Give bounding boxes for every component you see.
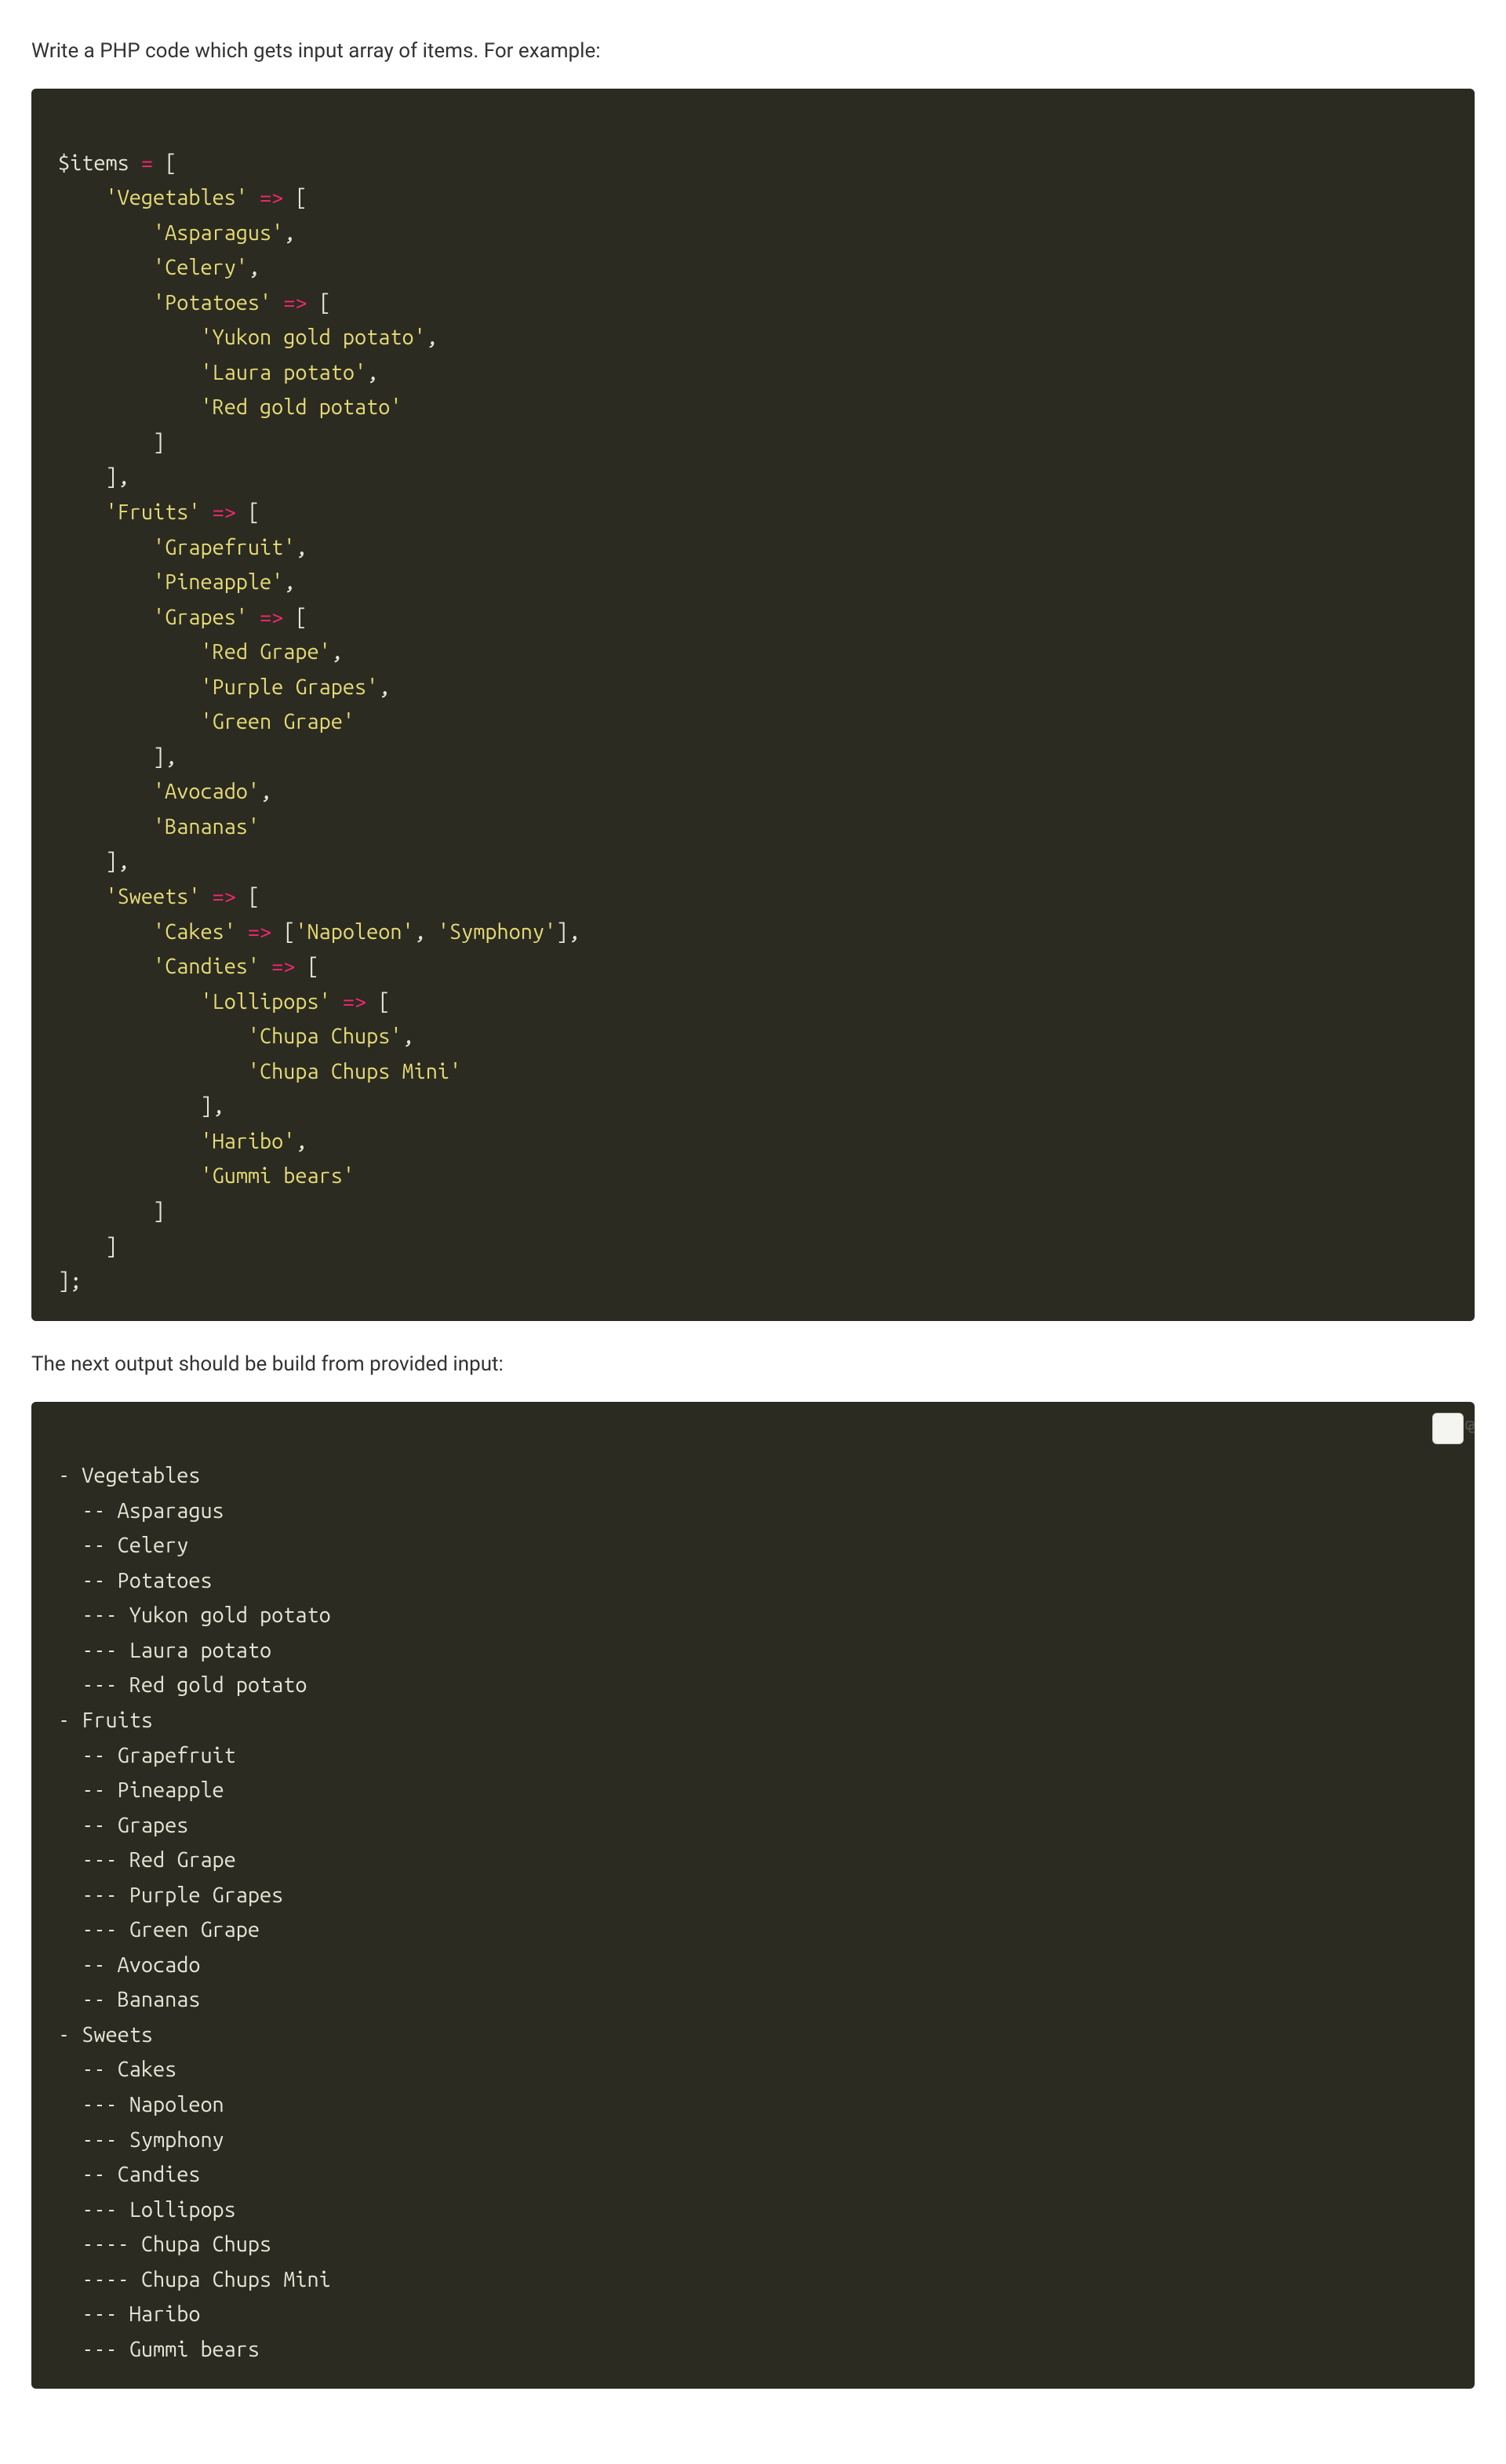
copy-icon xyxy=(1417,1402,1475,1481)
code-token: = xyxy=(141,151,153,175)
code-token: 'Lollipops' xyxy=(200,990,330,1014)
code-token: ], xyxy=(105,850,129,873)
output-line: -- Pineapple xyxy=(58,1778,224,1802)
output-line: ---- Chupa Chups xyxy=(58,2233,271,2256)
code-token: , xyxy=(283,221,295,245)
code-token: $items xyxy=(58,151,141,175)
code-token: => xyxy=(260,955,307,978)
code-token: 'Vegetables' xyxy=(105,186,247,209)
code-token: , xyxy=(414,920,438,944)
php-code-block: $items = [ 'Vegetables' => [ 'Asparagus'… xyxy=(31,89,1475,1321)
code-token: ] xyxy=(153,1199,165,1223)
output-line: -- Cakes xyxy=(58,2058,176,2081)
code-token: 'Fruits' xyxy=(105,500,200,524)
code-token: ] xyxy=(105,1235,117,1258)
output-line: -- Asparagus xyxy=(58,1499,224,1523)
code-token: => xyxy=(236,920,283,944)
code-token: => xyxy=(331,990,378,1014)
code-token: 'Green Grape' xyxy=(200,710,355,733)
output-line: -- Potatoes xyxy=(58,1569,213,1592)
output-line: -- Bananas xyxy=(58,1988,200,2011)
code-token: 'Red gold potato' xyxy=(200,395,402,419)
output-line: --- Yukon gold potato xyxy=(58,1603,331,1627)
output-line: --- Lollipops xyxy=(58,2198,236,2222)
code-token: 'Purple Grapes' xyxy=(200,675,378,699)
code-token: => xyxy=(248,186,295,209)
code-token: 'Napoleon' xyxy=(295,920,413,944)
output-line: --- Gummi bears xyxy=(58,2338,260,2361)
code-token: [ xyxy=(153,151,176,175)
code-token: [ xyxy=(295,606,307,629)
code-token: [ xyxy=(307,955,319,978)
code-token: ], xyxy=(105,465,129,489)
code-token: , xyxy=(248,256,260,279)
code-token: , xyxy=(378,675,390,699)
code-token: 'Red Grape' xyxy=(200,640,330,664)
code-token: , xyxy=(331,640,343,664)
code-token: 'Bananas' xyxy=(153,815,260,839)
output-line: - Vegetables xyxy=(58,1464,200,1487)
code-token: [ xyxy=(248,500,260,524)
code-token: [ xyxy=(295,186,307,209)
output-line: --- Green Grape xyxy=(58,1918,260,1942)
code-token: , xyxy=(295,536,307,559)
output-line: -- Grapes xyxy=(58,1814,188,1837)
code-token: 'Grapes' xyxy=(153,606,248,629)
output-line: -- Avocado xyxy=(58,1953,200,1977)
output-line: - Sweets xyxy=(58,2023,153,2047)
code-token: , xyxy=(402,1025,413,1048)
code-token: ], xyxy=(153,745,176,769)
code-token: , xyxy=(260,780,271,803)
code-token: => xyxy=(271,291,318,315)
code-token: ], xyxy=(556,920,580,944)
code-token: [ xyxy=(248,885,260,908)
code-token: 'Gummi bears' xyxy=(200,1164,355,1188)
code-token: 'Avocado' xyxy=(153,780,260,803)
code-token: 'Potatoes' xyxy=(153,291,271,315)
code-token: 'Laura potato' xyxy=(200,361,366,384)
code-token: 'Candies' xyxy=(153,955,260,978)
code-token: , xyxy=(283,570,295,594)
intro-text: Write a PHP code which gets input array … xyxy=(31,36,1475,67)
output-line: --- Laura potato xyxy=(58,1639,271,1662)
code-token: 'Haribo' xyxy=(200,1130,295,1153)
output-line: - Fruits xyxy=(58,1709,153,1732)
code-token: => xyxy=(200,885,247,908)
code-token: ], xyxy=(200,1094,224,1118)
code-token: => xyxy=(248,606,295,629)
copy-button[interactable] xyxy=(1432,1413,1464,1444)
code-token: [ xyxy=(283,920,295,944)
code-token: 'Sweets' xyxy=(105,885,200,908)
output-line: --- Red gold potato xyxy=(58,1673,307,1697)
code-token: , xyxy=(426,326,438,349)
output-line: --- Red Grape xyxy=(58,1848,236,1872)
output-line: -- Celery xyxy=(58,1534,188,1557)
output-line: -- Grapefruit xyxy=(58,1744,236,1767)
output-line: ---- Chupa Chups Mini xyxy=(58,2268,331,2291)
code-token: [ xyxy=(378,990,390,1014)
code-token: 'Pineapple' xyxy=(153,570,283,594)
code-token: 'Chupa Chups' xyxy=(248,1025,402,1048)
code-token: 'Celery' xyxy=(153,256,248,279)
output-code-block: - Vegetables -- Asparagus -- Celery -- P… xyxy=(31,1402,1475,2389)
code-token: 'Symphony' xyxy=(438,920,556,944)
code-token: ]; xyxy=(58,1269,82,1293)
output-line: --- Haribo xyxy=(58,2302,200,2326)
code-token: , xyxy=(366,361,378,384)
output-line: --- Symphony xyxy=(58,2128,224,2152)
code-token: 'Asparagus' xyxy=(153,221,283,245)
mid-text: The next output should be build from pro… xyxy=(31,1349,1475,1380)
output-line: --- Napoleon xyxy=(58,2093,224,2116)
output-line: --- Purple Grapes xyxy=(58,1883,283,1907)
code-token: , xyxy=(295,1130,307,1153)
code-token: 'Grapefruit' xyxy=(153,536,295,559)
code-token: 'Cakes' xyxy=(153,920,236,944)
code-token: 'Chupa Chups Mini' xyxy=(248,1060,461,1083)
code-token: ] xyxy=(153,431,165,454)
code-token: => xyxy=(200,500,247,524)
code-token: [ xyxy=(319,291,331,315)
code-token: 'Yukon gold potato' xyxy=(200,326,425,349)
output-line: -- Candies xyxy=(58,2163,200,2186)
